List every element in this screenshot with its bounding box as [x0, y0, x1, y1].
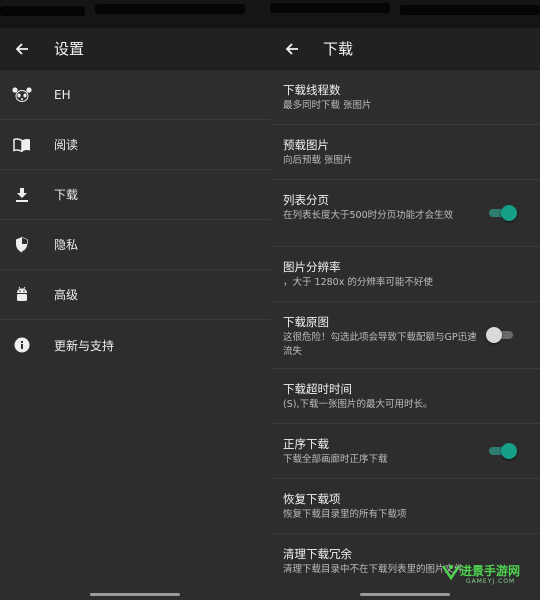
list-paging-toggle[interactable] [489, 205, 517, 221]
ordered-download-toggle[interactable] [489, 443, 517, 459]
page-title: 下载 [323, 40, 354, 58]
pref-summary: 向后预载 张图片 [283, 155, 353, 166]
pref-download-threads[interactable]: 下载线程数 最多同时下载 张图片 [270, 70, 540, 125]
watermark-domain: GAMEYJ.COM [466, 578, 516, 585]
settings-item-label: 下载 [54, 188, 79, 202]
pref-title: 图片分辨率 [283, 260, 341, 274]
pref-summary: 在列表长度大于500时分页功能才会生效 [283, 210, 454, 221]
settings-item-label: 高级 [54, 288, 79, 302]
panda-icon [12, 85, 32, 105]
gesture-bar [90, 593, 180, 596]
watermark-text: 进景手游网 [460, 564, 521, 578]
site-watermark: 进景手游网 GAMEYJ.COM [441, 560, 534, 590]
settings-item-label: 更新与支持 [54, 338, 115, 353]
download-original-toggle[interactable] [486, 327, 513, 343]
back-arrow-icon[interactable] [12, 39, 32, 59]
android-icon [12, 285, 32, 305]
settings-item-eh[interactable]: EH [0, 70, 270, 120]
pref-title: 下载超时时间 [283, 382, 352, 396]
settings-item-reading[interactable]: 阅读 [0, 120, 270, 170]
watermark-logo-icon [441, 563, 461, 581]
pref-download-timeout[interactable]: 下载超时时间 (S),下载一张图片的最大可用时长。 [270, 369, 540, 424]
book-icon [12, 135, 32, 155]
pref-ordered-download[interactable]: 正序下载 下载全部画廊时正序下载 [270, 424, 540, 479]
shield-icon [12, 235, 32, 255]
settings-item-advanced[interactable]: 高级 [0, 270, 270, 320]
pref-title: 下载线程数 [283, 83, 341, 97]
pref-summary: 恢复下载目录里的所有下载项 [283, 509, 407, 520]
settings-item-label: 隐私 [54, 238, 79, 252]
pref-summary: (S),下载一张图片的最大可用时长。 [283, 399, 433, 410]
settings-item-label: EH [54, 87, 71, 102]
settings-item-label: 阅读 [54, 138, 79, 152]
settings-item-update-support[interactable]: 更新与支持 [0, 320, 270, 370]
status-bar [0, 0, 270, 28]
info-icon [12, 335, 32, 355]
settings-pane: 设置 EH 阅读 下载 隐私 高级 更新与支持 [0, 0, 270, 600]
pref-title: 恢复下载项 [283, 492, 341, 506]
status-bar [270, 0, 540, 28]
download-icon [12, 185, 32, 205]
download-settings-pane: 下载 下载线程数 最多同时下载 张图片 预载图片 向后预载 张图片 列表分页 在… [270, 0, 540, 600]
pref-download-original[interactable]: 下载原图 这很危险！勾选此项会导致下载配额与GP迅速流失 [270, 302, 540, 369]
page-title: 设置 [54, 40, 85, 58]
download-toolbar: 下载 [270, 28, 540, 70]
settings-toolbar: 设置 [0, 28, 270, 70]
pref-preload-images[interactable]: 预载图片 向后预载 张图片 [270, 125, 540, 180]
pref-image-resolution[interactable]: 图片分辨率 ，大于 1280x 的分辨率可能不好使 [270, 247, 540, 302]
back-arrow-icon[interactable] [282, 39, 302, 59]
pref-summary: 这很危险！勾选此项会导致下载配额与GP迅速流失 [283, 332, 477, 357]
pref-title: 正序下载 [283, 437, 329, 451]
pref-summary: 下载全部画廊时正序下载 [283, 454, 388, 465]
settings-item-privacy[interactable]: 隐私 [0, 220, 270, 270]
pref-summary: 最多同时下载 张图片 [283, 100, 372, 111]
pref-restore-downloads[interactable]: 恢复下载项 恢复下载目录里的所有下载项 [270, 479, 540, 534]
pref-summary: ，大于 1280x 的分辨率可能不好使 [283, 277, 433, 288]
pref-title: 下载原图 [283, 315, 329, 329]
pref-title: 预载图片 [283, 138, 329, 152]
gesture-bar [360, 593, 450, 596]
settings-item-download[interactable]: 下载 [0, 170, 270, 220]
pref-title: 列表分页 [283, 193, 329, 207]
pref-list-paging[interactable]: 列表分页 在列表长度大于500时分页功能才会生效 [270, 180, 540, 247]
